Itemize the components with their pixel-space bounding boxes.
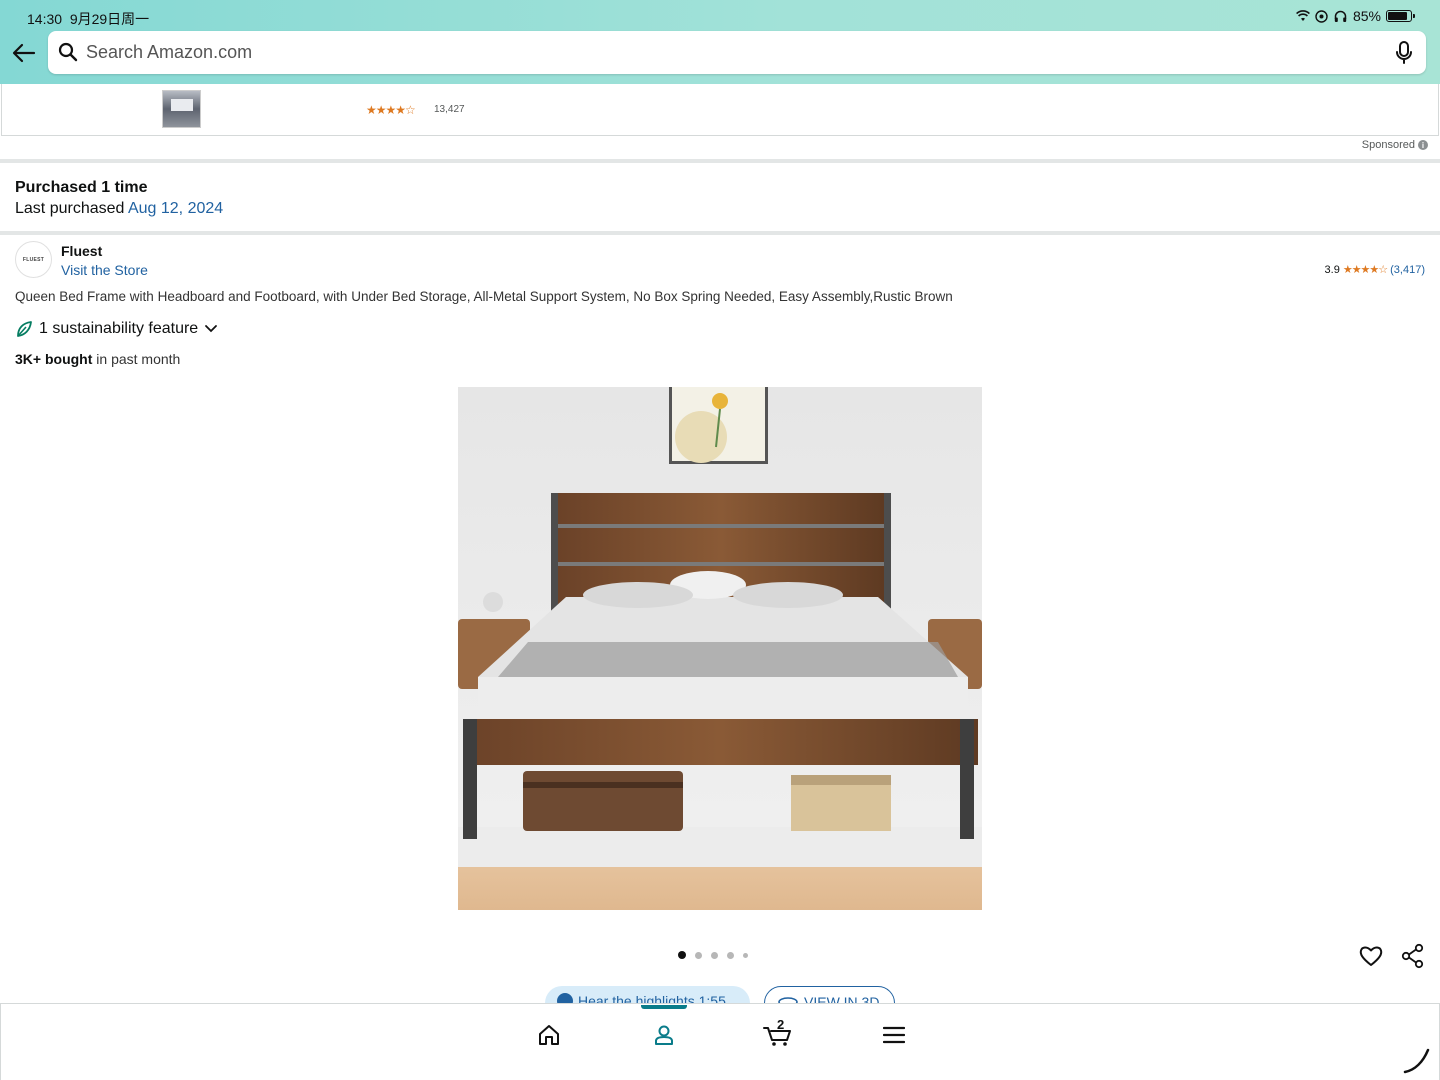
image-carousel-dots[interactable] (678, 951, 748, 959)
last-purchased: Last purchased Aug 12, 2024 (15, 200, 223, 218)
cart-count: 2 (777, 1017, 785, 1032)
at-sign-icon (1315, 9, 1329, 23)
app-header: 14:30 9月29日周一 85% (0, 0, 1440, 84)
battery-level (1388, 12, 1407, 20)
swoosh-icon (1403, 1048, 1430, 1074)
purchase-count: Purchased 1 time (15, 179, 148, 196)
sponsored-product-card[interactable]: ★★★★☆ 13,427 (1, 84, 1439, 136)
share-icon (1401, 943, 1424, 969)
wifi-icon (1296, 9, 1310, 23)
status-icons: 85% (1296, 8, 1415, 24)
carousel-dot[interactable] (678, 951, 686, 959)
chevron-down-icon (205, 325, 218, 333)
status-bar: 14:30 9月29日周一 85% (0, 0, 1440, 30)
sponsored-rating-count: 13,427 (434, 104, 465, 115)
hamburger-menu-icon (883, 1026, 905, 1044)
sponsored-text: Sponsored (1361, 139, 1415, 151)
person-icon (655, 1025, 673, 1045)
product-title: Queen Bed Frame with Headboard and Footb… (15, 289, 953, 304)
microphone-icon[interactable] (1394, 41, 1414, 65)
leaf-icon (17, 321, 32, 337)
nav-account[interactable] (649, 1020, 679, 1050)
sponsored-label[interactable]: Sponsored i (1362, 139, 1428, 151)
bought-count-rest: in past month (92, 351, 181, 367)
carousel-dot[interactable] (727, 951, 734, 959)
nav-home[interactable] (534, 1020, 564, 1050)
bought-count: 3K+ bought in past month (15, 351, 180, 367)
rating-count-link[interactable]: (3,417) (1390, 264, 1425, 276)
sponsored-star-rating: ★★★★☆ (366, 103, 416, 117)
bed-frame-photo (458, 387, 982, 910)
brand-logo[interactable]: FLUEST (15, 241, 52, 278)
sustainability-label: 1 sustainability feature (39, 320, 199, 337)
rating-stars: ★★★★☆ (1342, 264, 1388, 276)
info-icon[interactable]: i (1418, 140, 1428, 150)
sponsored-product-thumbnail[interactable] (162, 90, 201, 128)
brand-name: Fluest (61, 243, 103, 259)
headphones-icon (1334, 9, 1348, 23)
add-to-wishlist-button[interactable] (1358, 943, 1384, 969)
last-purchased-label: Last purchased (15, 200, 125, 217)
section-divider (0, 231, 1440, 235)
status-time: 14:30 9月29日周一 (27, 9, 149, 29)
carousel-dot[interactable] (743, 952, 748, 958)
rating-value: 3.9 (1324, 263, 1340, 276)
status-date: 9月29日周一 (69, 11, 150, 27)
section-divider (0, 159, 1440, 163)
search-input[interactable] (86, 31, 1386, 74)
product-rating[interactable]: 3.9 ★★★★☆ (3,417) (1324, 263, 1425, 277)
back-button[interactable] (10, 40, 38, 66)
nav-cart[interactable]: 2 (763, 1017, 793, 1050)
nav-active-indicator (641, 1005, 687, 1009)
visit-store-link[interactable]: Visit the Store (61, 262, 148, 278)
search-bar[interactable] (48, 31, 1426, 74)
brand-logo-text: FLUEST (22, 256, 45, 263)
nav-menu[interactable] (879, 1020, 909, 1050)
search-icon (58, 42, 78, 62)
carousel-dot[interactable] (695, 951, 702, 959)
battery-icon (1386, 10, 1415, 22)
product-image[interactable] (458, 387, 982, 910)
bought-count-bold: 3K+ bought (15, 351, 93, 367)
heart-icon (1359, 946, 1383, 966)
share-button[interactable] (1400, 943, 1426, 969)
status-clock: 14:30 (27, 11, 63, 27)
battery-percent: 85% (1352, 8, 1381, 24)
last-purchased-date[interactable]: Aug 12, 2024 (128, 200, 223, 217)
carousel-dot[interactable] (711, 951, 718, 959)
bottom-nav: 2 (0, 1003, 1440, 1080)
sustainability-toggle[interactable]: 1 sustainability feature (15, 320, 218, 338)
arrow-left-icon (12, 43, 36, 63)
home-icon (539, 1025, 559, 1045)
